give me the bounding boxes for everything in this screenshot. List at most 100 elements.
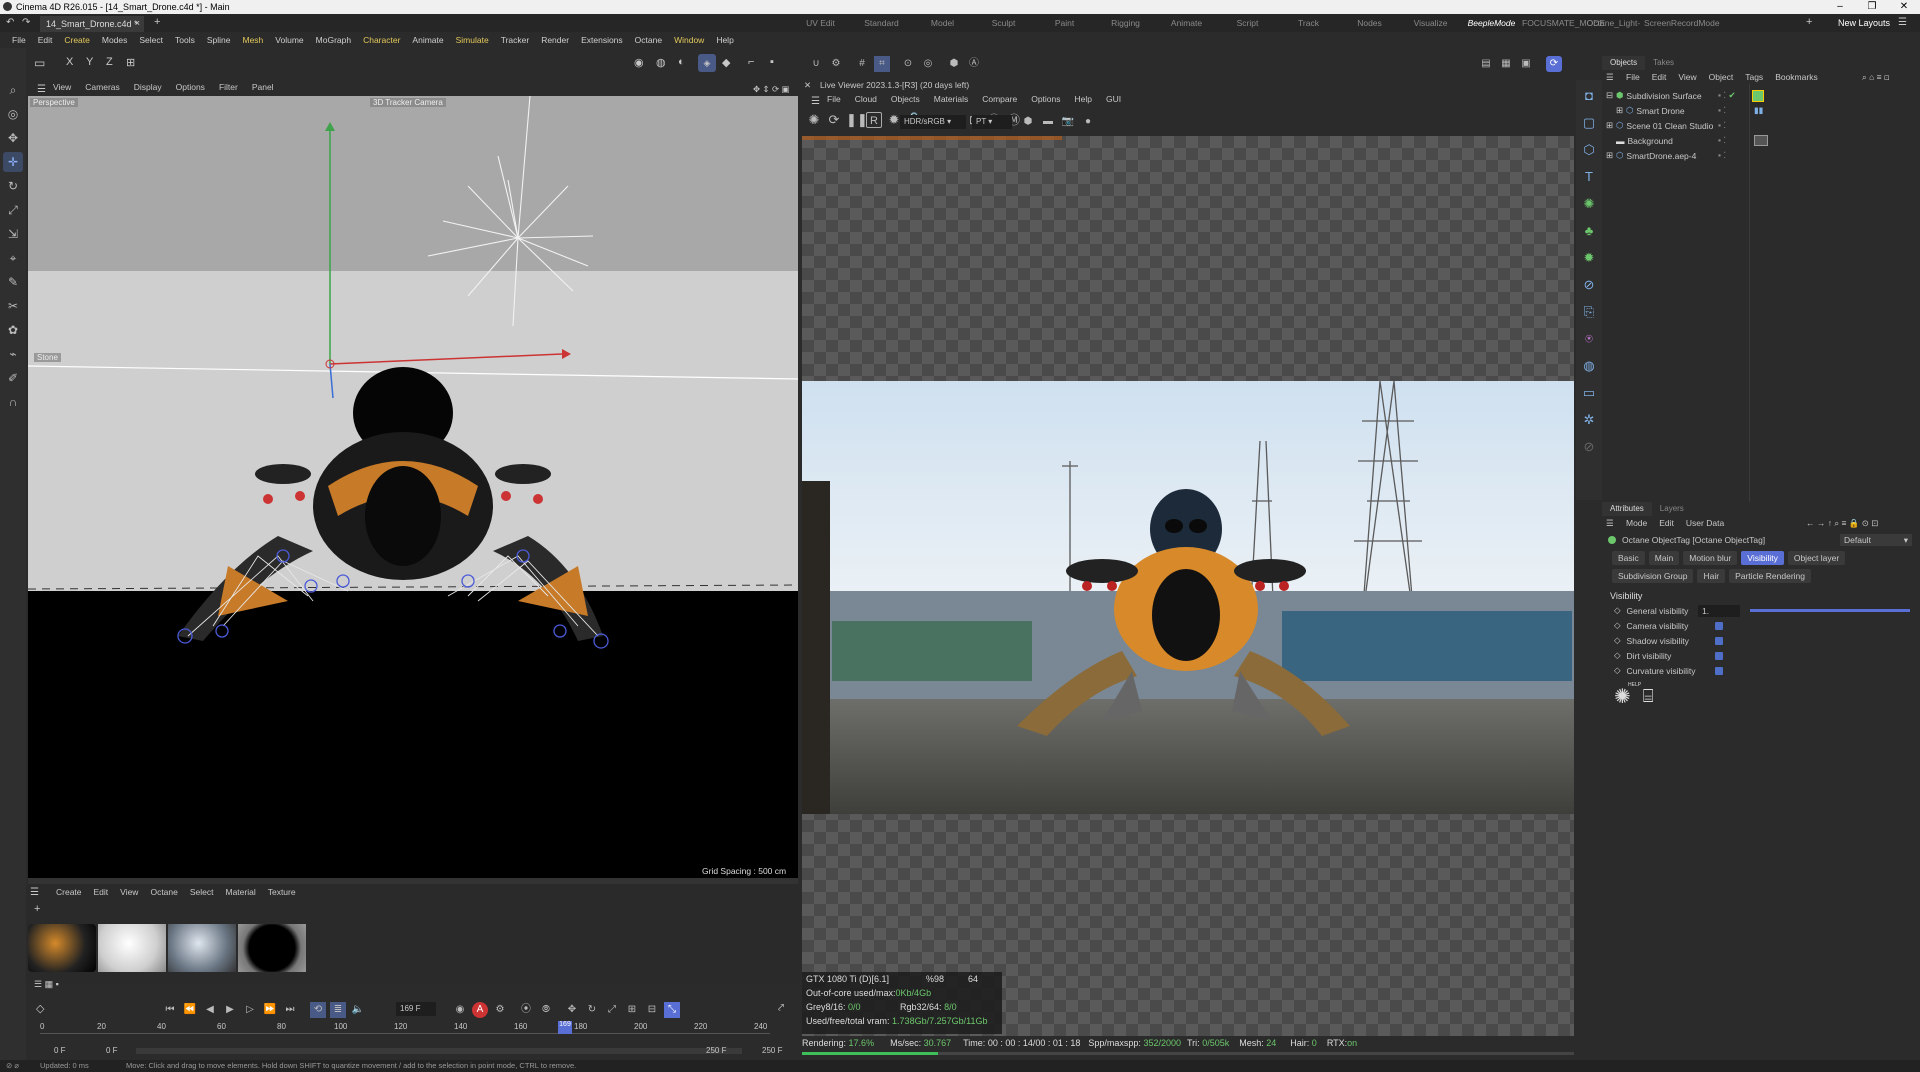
sculpt-icon[interactable]: ✐ <box>3 368 23 388</box>
close-tab-icon[interactable]: × <box>135 18 140 28</box>
layout-tab-sculpt[interactable]: Sculpt <box>973 14 1034 32</box>
om-menu-tags[interactable]: Tags <box>1739 72 1769 84</box>
view-mode-icons[interactable]: ☰ ▦ ▪ <box>34 979 59 990</box>
live-select-icon[interactable]: ◎ <box>3 104 23 124</box>
spline-rect-icon[interactable]: ▢ <box>1579 112 1599 134</box>
subtab-object-layer[interactable]: Object layer <box>1787 551 1846 565</box>
search-icon[interactable]: ⌕ <box>3 80 23 100</box>
perspective-viewport[interactable]: Perspective 3D Tracker Camera Stone Grid… <box>28 96 798 878</box>
y-axis-lock[interactable]: Y <box>86 56 93 68</box>
menu-file[interactable]: File <box>6 32 32 48</box>
deformer-icon[interactable]: ✹ <box>1579 247 1599 269</box>
subtab-basic[interactable]: Basic <box>1612 551 1645 565</box>
lv-options-icon[interactable]: ● <box>1080 114 1096 130</box>
menu-edit[interactable]: Edit <box>32 32 59 48</box>
cube-primitive-icon[interactable]: ◘ <box>1579 85 1599 107</box>
om-search-icons[interactable]: ⌕ ⌂ ≡ ⊡ <box>1862 72 1889 83</box>
end-frame-b[interactable]: 250 F <box>762 1046 782 1055</box>
rotation-key-icon[interactable]: ↻ <box>584 1002 600 1018</box>
am-hamburger-icon[interactable]: ☰ <box>1606 518 1614 529</box>
mat-menu-octane[interactable]: Octane <box>144 887 183 897</box>
subtab-particle-rendering[interactable]: Particle Rendering <box>1729 569 1811 583</box>
material-swatch-black[interactable] <box>238 924 306 972</box>
scale-tool-icon[interactable]: ⤢ <box>3 200 23 220</box>
key-mode-icon[interactable]: ⤡ <box>664 1002 680 1018</box>
send-scene-icon[interactable]: ✺ <box>806 112 822 128</box>
material-swatch-env[interactable] <box>168 924 236 972</box>
menu-mograph[interactable]: MoGraph <box>310 32 357 48</box>
vp-menu-options[interactable]: Options <box>169 80 212 96</box>
current-frame-field[interactable]: 169 F <box>396 1002 436 1016</box>
octane-tools-icon[interactable]: ⌸ <box>1643 686 1654 707</box>
keyframe-diamond-icon[interactable]: ◇ <box>1614 650 1621 661</box>
mat-menu-create[interactable]: Create <box>50 887 88 897</box>
minimize-icon[interactable]: – <box>1824 0 1856 14</box>
layout-tab-beeplemode[interactable]: BeepleMode <box>1461 14 1522 32</box>
tab-takes[interactable]: Takes <box>1645 56 1682 70</box>
object-row[interactable]: ⊟ ⬢ Subdivision Surface ▪ ⁚ ✔ <box>1602 88 1920 103</box>
mat-menu-texture[interactable]: Texture <box>262 887 302 897</box>
vp-menu-filter[interactable]: Filter <box>212 80 245 96</box>
field-icon[interactable]: ⊘ <box>1579 274 1599 296</box>
am-menu-edit[interactable]: Edit <box>1653 518 1680 530</box>
tab-attributes[interactable]: Attributes <box>1602 502 1652 516</box>
text-tool-icon[interactable]: T <box>1579 166 1599 188</box>
layout-tab-model[interactable]: Model <box>912 14 973 32</box>
object-row[interactable]: ▬ Background ▪ ⁚ <box>1602 133 1920 148</box>
pause-render-icon[interactable]: ❚❚ <box>846 112 868 128</box>
menu-spline[interactable]: Spline <box>201 32 237 48</box>
lv-menu-compare[interactable]: Compare <box>975 92 1024 108</box>
color-mode-select[interactable]: HDR/sRGB ▾ <box>900 115 966 129</box>
new-layouts-button[interactable]: New Layouts <box>1838 18 1890 28</box>
mat-menu-edit[interactable]: Edit <box>88 887 115 897</box>
keyframe-diamond-icon[interactable]: ◇ <box>1614 635 1621 646</box>
brush-icon[interactable]: ⌁ <box>3 344 23 364</box>
loop-icon[interactable]: ⟲ <box>310 1002 326 1018</box>
subtab-subdivision-group[interactable]: Subdivision Group <box>1612 569 1694 583</box>
general-visibility-slider[interactable] <box>1750 609 1910 612</box>
octane-help-icon[interactable]: ✺ HELP <box>1614 682 1641 709</box>
subtab-motion-blur[interactable]: Motion blur <box>1683 551 1738 565</box>
material-swatch-white[interactable] <box>98 924 166 972</box>
visibility-dots[interactable]: ▪ ⁚ <box>1718 150 1726 161</box>
pla-icon[interactable]: ⦾ <box>538 1002 554 1018</box>
play-icon[interactable]: ▶ <box>222 1002 238 1018</box>
cube-icon[interactable]: ⬢ <box>1020 114 1036 130</box>
prev-frame-icon[interactable]: ◀ <box>202 1002 218 1018</box>
object-row[interactable]: ⊞ ⬡ SmartDrone.aep-4 ▪ ⁚ <box>1602 148 1920 163</box>
timeline-ruler[interactable]: 0 20 40 60 80 100 120 140 160 180 200 22… <box>40 1021 770 1034</box>
menu-create[interactable]: Create <box>58 32 96 48</box>
menu-tools[interactable]: Tools <box>169 32 201 48</box>
keyframe-diamond-icon[interactable]: ◇ <box>1614 665 1621 676</box>
menu-volume[interactable]: Volume <box>269 32 309 48</box>
select-tools-icon[interactable]: ✥ <box>3 128 23 148</box>
arnold-icon[interactable]: Ⓐ <box>966 56 982 72</box>
viewport-hamburger-icon[interactable]: ☰ <box>30 82 53 97</box>
sound-icon[interactable]: 🔈 <box>350 1002 366 1018</box>
menu-tracker[interactable]: Tracker <box>495 32 536 48</box>
subtab-visibility[interactable]: Visibility <box>1741 551 1784 565</box>
subtab-main[interactable]: Main <box>1648 551 1680 565</box>
record-active-icon[interactable]: ◉ <box>452 1002 468 1018</box>
render-settings-icon[interactable]: ▣ <box>1518 56 1534 72</box>
start-frame-b[interactable]: 0 F <box>106 1046 118 1055</box>
rotate-tool-icon[interactable]: ↻ <box>3 176 23 196</box>
layout-menu-icon[interactable]: ☰ <box>1898 17 1907 28</box>
close-icon[interactable]: ✕ <box>1888 0 1920 14</box>
add-tab-icon[interactable]: + <box>154 16 160 28</box>
render-view-icon[interactable]: ▤ <box>1478 56 1494 72</box>
playhead[interactable]: 169 <box>558 1021 572 1034</box>
undo-icon[interactable]: ↶ <box>6 17 14 28</box>
timeline-graph-icon[interactable]: ⤤ <box>778 1002 784 1015</box>
lv-menu-materials[interactable]: Materials <box>927 92 975 108</box>
model-mode-icon[interactable]: ◉ <box>634 56 644 69</box>
transfer-icon[interactable]: ⇲ <box>3 224 23 244</box>
camera-visibility-checkbox[interactable] <box>1714 621 1723 630</box>
layout-tab-paint[interactable]: Paint <box>1034 14 1095 32</box>
layout-tab-uv-edit[interactable]: UV Edit <box>790 14 851 32</box>
go-to-start-icon[interactable]: ⏮ <box>162 1002 178 1018</box>
om-menu-view[interactable]: View <box>1672 72 1702 84</box>
visibility-dots[interactable]: ▪ ⁚ <box>1718 120 1726 131</box>
position-key-icon[interactable]: ✥ <box>564 1002 580 1018</box>
range-slider[interactable] <box>136 1048 742 1054</box>
